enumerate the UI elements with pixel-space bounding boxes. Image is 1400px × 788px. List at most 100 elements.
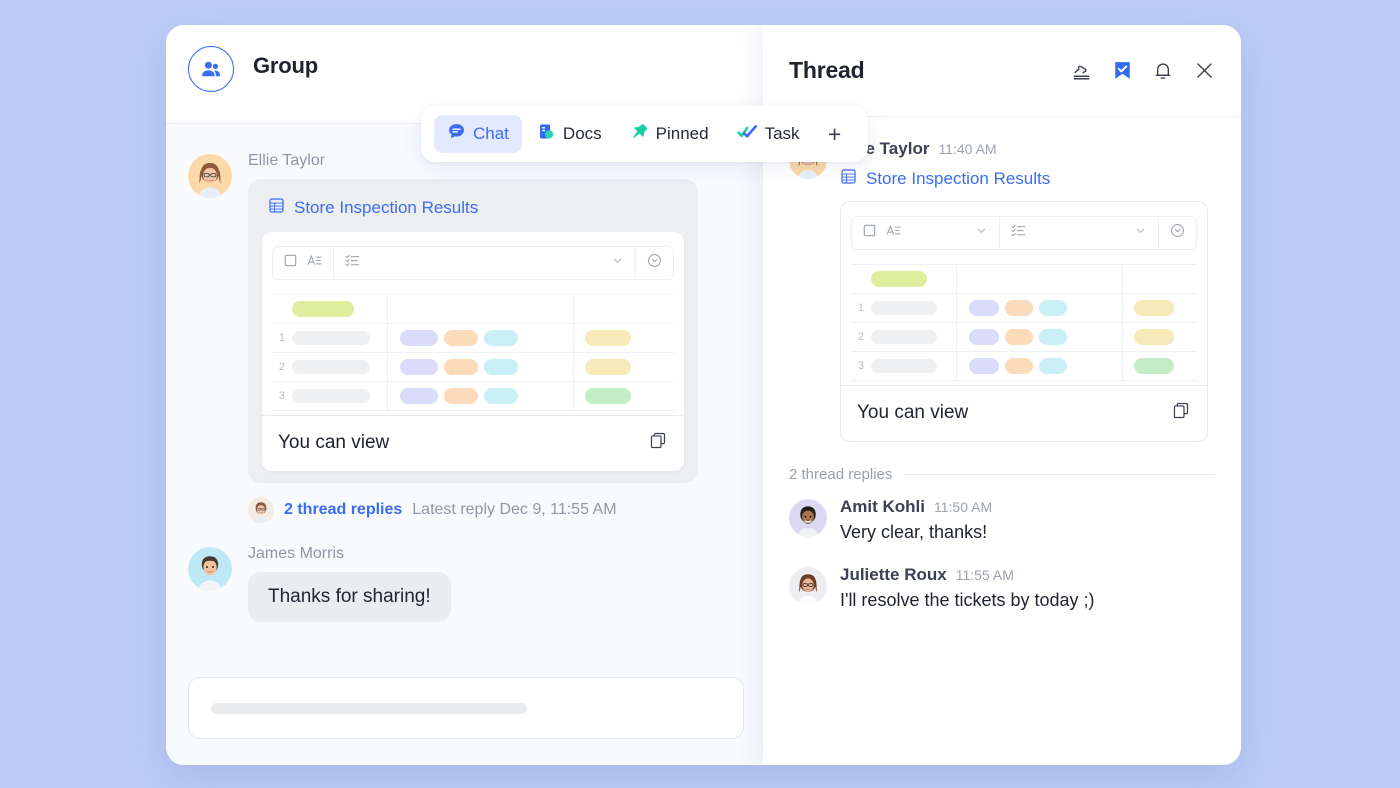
copy-icon[interactable] [649, 431, 668, 455]
attachment-title-row[interactable]: Store Inspection Results [840, 168, 1215, 190]
thread-root-message: Ellie Taylor 11:40 AM Store Inspection R… [789, 139, 1215, 442]
chevron-down-icon[interactable] [1134, 224, 1147, 242]
tag-pill [484, 359, 518, 375]
tab-task-label: Task [764, 124, 800, 143]
attachment-preview[interactable]: 1 2 3 You can view [840, 201, 1208, 442]
thread-summary[interactable]: 2 thread replies Latest reply Dec 9, 11:… [248, 497, 744, 523]
row-tags-cell [957, 293, 1123, 323]
header-pill [871, 271, 927, 287]
chevron-down-icon[interactable] [611, 254, 624, 272]
message-time: 11:40 AM [938, 141, 997, 157]
row-label-cell [871, 322, 957, 352]
header-cell [292, 294, 388, 324]
avatar[interactable] [188, 547, 232, 591]
message-list: Ellie Taylor Store Inspection Results 1 … [166, 124, 766, 661]
toolbar-group-list[interactable] [334, 247, 636, 279]
tab-docs[interactable]: Docs [524, 115, 615, 153]
tab-pinned[interactable]: Pinned [617, 115, 722, 153]
tag-pill [969, 358, 999, 374]
row-number: 2 [857, 331, 864, 343]
close-icon[interactable] [1193, 59, 1216, 82]
bell-icon[interactable] [1152, 59, 1174, 82]
avatar[interactable] [789, 567, 827, 605]
placeholder-bar [292, 389, 370, 403]
text-format-icon [886, 224, 901, 242]
chevron-down-icon[interactable] [975, 224, 988, 242]
thread-replies-link[interactable]: 2 thread replies [284, 501, 402, 519]
toolbar-group-select[interactable] [273, 247, 334, 279]
status-pill [1134, 358, 1174, 374]
thread-root-body: Ellie Taylor 11:40 AM Store Inspection R… [840, 139, 1215, 442]
sheet-preview: 1 2 3 [262, 232, 684, 411]
row-status-cell [574, 353, 674, 382]
table-row[interactable]: 1 [851, 293, 1197, 323]
thread-replies-count: 2 thread replies [789, 466, 893, 483]
placeholder-bar [871, 301, 937, 315]
message-author: Amit Kohli [840, 497, 925, 516]
row-label-cell [292, 352, 388, 382]
placeholder-bar [871, 330, 937, 344]
tab-task[interactable]: Task [724, 115, 813, 153]
status-pill [585, 359, 631, 375]
composer-area [166, 661, 766, 765]
toolbar-group-list[interactable] [1000, 217, 1159, 249]
tag-pill [484, 388, 518, 404]
table-row[interactable]: 2 [272, 352, 674, 382]
toolbar-group-status[interactable] [636, 247, 673, 279]
table-row[interactable]: 1 [272, 323, 674, 353]
avatar [248, 497, 274, 523]
tag-pill [969, 300, 999, 316]
avatar[interactable] [188, 154, 232, 198]
row-tags-cell [957, 322, 1123, 352]
bookmark-check-icon[interactable] [1112, 59, 1133, 82]
attachment-card[interactable]: Store Inspection Results 1 2 3 You can v… [248, 179, 698, 483]
tab-chat[interactable]: Chat [434, 115, 522, 153]
row-status-cell [574, 324, 674, 353]
tag-pill [1039, 329, 1067, 345]
chat-bubble-icon [447, 122, 466, 146]
group-panel: Group Chat Docs Pinned Task + Ellie Tayl… [166, 25, 868, 765]
header-cell-c [574, 295, 674, 324]
checkbox-icon [284, 254, 297, 272]
tag-pill [444, 330, 478, 346]
tag-pill [444, 359, 478, 375]
thread-reply-body: Juliette Roux 11:55 AM I'll resolve the … [840, 565, 1215, 611]
status-pill [585, 330, 631, 346]
tag-pill [400, 388, 438, 404]
table-row[interactable]: 3 [272, 381, 674, 411]
checklist-icon [1011, 224, 1026, 242]
tab-pinned-label: Pinned [655, 124, 709, 143]
copy-icon[interactable] [1172, 401, 1191, 425]
message-input[interactable] [188, 677, 744, 739]
add-tab-button[interactable]: + [815, 117, 855, 151]
sheet-header-row [272, 294, 674, 324]
toolbar-group-select[interactable] [852, 217, 1000, 249]
avatar[interactable] [789, 499, 827, 537]
header-pill [292, 301, 354, 317]
check-task-icon [736, 122, 758, 146]
placeholder-bar [292, 360, 370, 374]
table-row[interactable]: 2 [851, 322, 1197, 352]
checklist-icon [345, 254, 360, 272]
share-forward-icon[interactable] [1070, 59, 1093, 82]
tab-chat-label: Chat [473, 124, 509, 143]
toolbar-group-status[interactable] [1159, 217, 1196, 249]
input-placeholder-bar [211, 702, 527, 714]
message-body: Ellie Taylor Store Inspection Results 1 … [248, 152, 744, 523]
message-ellie-taylor: Ellie Taylor Store Inspection Results 1 … [166, 152, 766, 523]
row-tags-cell [388, 352, 574, 382]
pin-icon [630, 122, 649, 146]
thread-reply-head: Juliette Roux 11:55 AM [840, 565, 1215, 585]
sheet-header-row [851, 264, 1197, 294]
row-status-cell [1123, 352, 1197, 381]
group-people-icon[interactable] [188, 46, 234, 92]
permission-label: You can view [278, 432, 390, 453]
thread-reply: Amit Kohli 11:50 AM Very clear, thanks! [789, 497, 1215, 543]
attachment-title: Store Inspection Results [866, 169, 1051, 188]
thread-header: Thread [763, 25, 1241, 117]
table-row[interactable]: 3 [851, 351, 1197, 381]
row-number: 1 [278, 332, 285, 344]
thread-title: Thread [789, 57, 865, 83]
attachment-title-row[interactable]: Store Inspection Results [268, 197, 684, 219]
thread-reply-body: Amit Kohli 11:50 AM Very clear, thanks! [840, 497, 1215, 543]
